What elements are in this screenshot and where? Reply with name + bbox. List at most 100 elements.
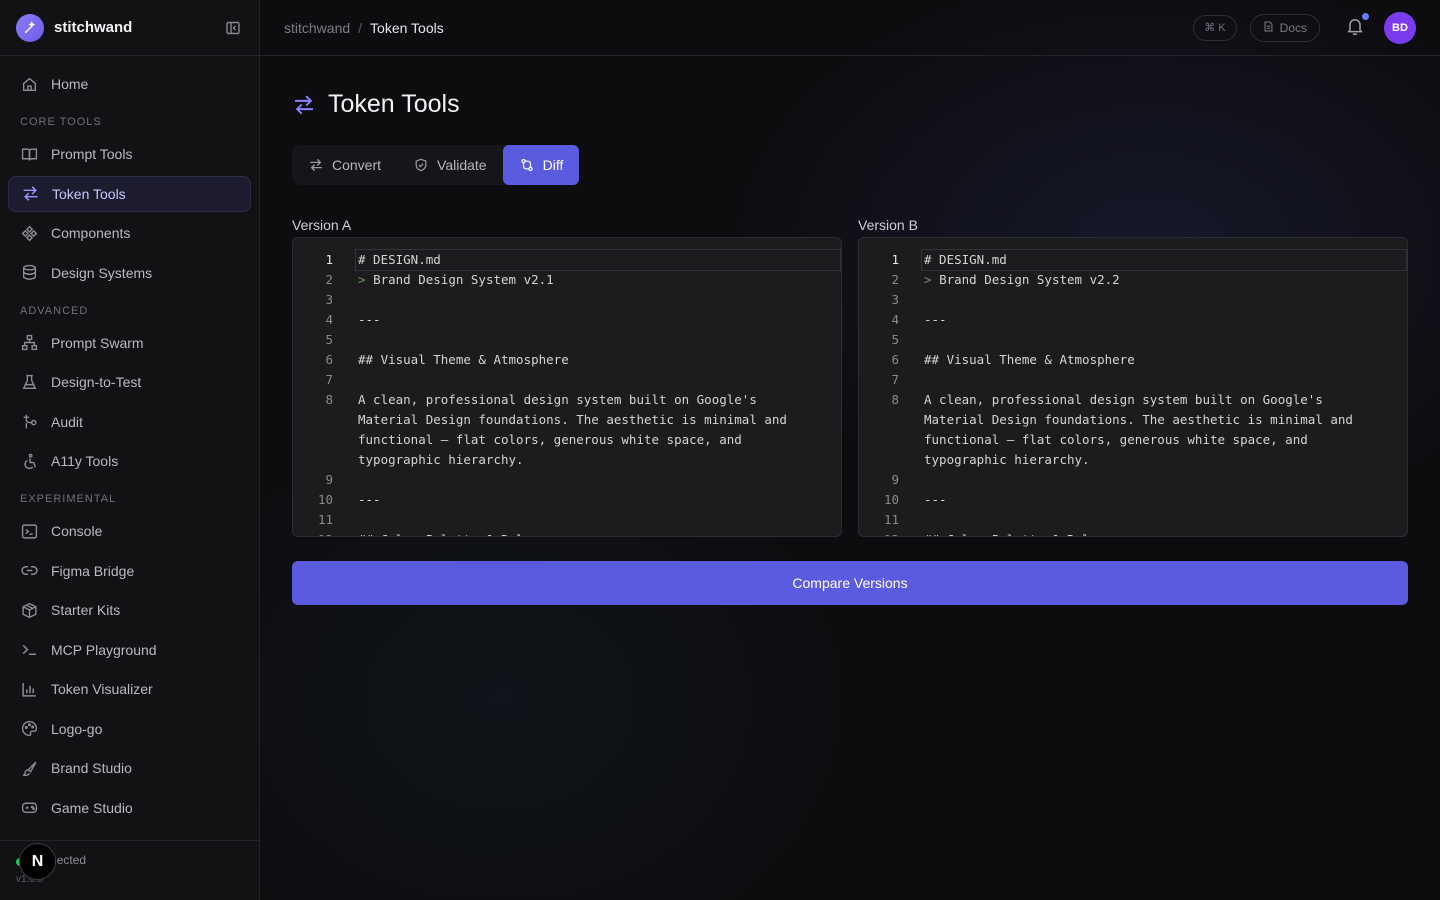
line-text: --- bbox=[358, 492, 381, 507]
sidebar-item-mcp-playground[interactable]: MCP Playground bbox=[8, 632, 251, 668]
sidebar-item-brand-studio[interactable]: Brand Studio bbox=[8, 750, 251, 786]
line-text: > Brand Design System v2.2 bbox=[924, 272, 1120, 287]
sidebar-item-audit[interactable]: Audit bbox=[8, 404, 251, 440]
arrows-swap-icon bbox=[308, 157, 324, 173]
line-number: 11 bbox=[883, 512, 899, 527]
tab-diff[interactable]: Diff bbox=[502, 145, 580, 185]
package-icon bbox=[20, 601, 38, 619]
sidebar-item-token-tools[interactable]: Token Tools bbox=[8, 175, 251, 212]
line-text: A clean, professional design system buil… bbox=[358, 392, 795, 467]
section-label-advanced: ADVANCED bbox=[20, 304, 89, 317]
command-palette-button[interactable]: ⌘ K bbox=[1193, 14, 1237, 41]
sidebar-item-components[interactable]: Components bbox=[8, 215, 251, 251]
brush-icon bbox=[20, 759, 38, 777]
sidebar-item-label: Home bbox=[51, 76, 89, 92]
sidebar-item-a11y-tools[interactable]: A11y Tools bbox=[8, 443, 251, 479]
tab-label: Diff bbox=[542, 157, 564, 173]
version-b-label: Version B bbox=[858, 217, 918, 233]
code-line: 1 # DESIGN.md bbox=[293, 249, 841, 271]
flask-icon bbox=[20, 373, 38, 391]
brand: stitchwand bbox=[0, 0, 259, 56]
line-number: 3 bbox=[891, 292, 899, 307]
topbar: stitchwand / Token Tools ⌘ K Docs BD bbox=[260, 0, 1440, 56]
sidebar-item-figma-bridge[interactable]: Figma Bridge bbox=[8, 553, 251, 589]
sidebar-item-starter-kits[interactable]: Starter Kits bbox=[8, 592, 251, 628]
terminal-box-icon bbox=[20, 522, 38, 540]
version-a-editor[interactable]: 1 # DESIGN.md 2 > Brand Design System v2.1 3… bbox=[292, 237, 842, 537]
line-text bbox=[358, 470, 818, 490]
page-title: Token Tools bbox=[328, 90, 460, 118]
breadcrumb-current: Token Tools bbox=[370, 19, 444, 36]
code-line: 7 bbox=[859, 370, 1407, 390]
page-header: Token Tools bbox=[292, 90, 1408, 119]
line-text bbox=[358, 370, 818, 390]
line-number: 10 bbox=[317, 492, 333, 507]
line-number: 8 bbox=[891, 392, 899, 407]
sidebar-item-label: Console bbox=[51, 523, 103, 539]
sidebar-item-label: A11y Tools bbox=[51, 453, 119, 469]
code-line: 12 ## Color Palette & Roles bbox=[293, 530, 841, 536]
sidebar-item-console[interactable]: Console bbox=[8, 513, 251, 549]
line-text bbox=[358, 330, 818, 350]
breadcrumb-root[interactable]: stitchwand bbox=[284, 20, 350, 36]
sidebar-item-home[interactable]: Home bbox=[8, 66, 251, 102]
line-text: > Brand Design System v2.1 bbox=[358, 272, 554, 287]
line-number: 8 bbox=[325, 392, 333, 407]
code-line: 11 bbox=[859, 510, 1407, 530]
line-number: 12 bbox=[859, 530, 899, 536]
dev-tools-badge[interactable]: N bbox=[19, 843, 56, 880]
sidebar-item-prompt-swarm[interactable]: Prompt Swarm bbox=[8, 325, 251, 361]
compare-versions-button[interactable]: Compare Versions bbox=[292, 561, 1408, 605]
line-number: 9 bbox=[325, 472, 333, 487]
line-number: 2 bbox=[891, 272, 899, 287]
wand-icon bbox=[16, 13, 44, 42]
section-label-core: CORE TOOLS bbox=[20, 116, 102, 128]
notifications-button[interactable] bbox=[1344, 12, 1369, 39]
avatar[interactable]: BD bbox=[1384, 11, 1416, 44]
line-number: 5 bbox=[325, 332, 333, 347]
sidebar-item-logo-go[interactable]: Logo-go bbox=[8, 711, 251, 747]
code-line: 6 ## Visual Theme & Atmosphere bbox=[293, 350, 841, 370]
sidebar-item-game-studio[interactable]: Game Studio bbox=[8, 790, 251, 826]
line-text: --- bbox=[924, 312, 947, 327]
shortcut-label: ⌘ K bbox=[1204, 22, 1226, 34]
sidebar-item-label: Prompt Swarm bbox=[51, 334, 144, 351]
bar-chart-icon bbox=[20, 680, 38, 698]
code-line: 1 # DESIGN.md bbox=[859, 249, 1407, 271]
sidebar-collapse-icon[interactable] bbox=[223, 18, 243, 38]
tool-tabs: Convert Validate Diff bbox=[292, 145, 580, 185]
code-line: 11 bbox=[293, 510, 841, 530]
code-line: 3 bbox=[293, 290, 841, 310]
line-text bbox=[924, 510, 1384, 530]
code-line: 10 --- bbox=[859, 490, 1407, 510]
docs-button[interactable]: Docs bbox=[1249, 13, 1320, 42]
tab-validate[interactable]: Validate bbox=[397, 145, 503, 185]
line-number: 12 bbox=[293, 530, 333, 536]
code-line: 4 --- bbox=[293, 310, 841, 330]
network-icon bbox=[20, 334, 38, 352]
sidebar-item-label: Figma Bridge bbox=[51, 562, 135, 579]
components-icon bbox=[20, 224, 38, 242]
line-text bbox=[924, 370, 1384, 390]
sidebar-nav: Home CORE TOOLS Prompt Tools Token Tools… bbox=[0, 56, 259, 826]
line-number: 1 bbox=[891, 252, 899, 267]
line-text: --- bbox=[358, 312, 381, 327]
sidebar-item-token-visualizer[interactable]: Token Visualizer bbox=[8, 671, 251, 707]
line-number: 6 bbox=[891, 352, 899, 367]
code-line: 8 A clean, professional design system bui… bbox=[859, 390, 1407, 470]
version-a-label: Version A bbox=[292, 217, 352, 233]
arrows-swap-icon bbox=[21, 185, 39, 203]
sidebar-item-design-systems[interactable]: Design Systems bbox=[8, 255, 251, 291]
line-number: 7 bbox=[325, 372, 333, 387]
line-text: ## Visual Theme & Atmosphere bbox=[924, 352, 1135, 367]
line-number: 4 bbox=[891, 312, 899, 327]
line-number: 1 bbox=[325, 252, 333, 267]
sidebar-item-label: Audit bbox=[51, 413, 83, 430]
code-line: 2 > Brand Design System v2.1 bbox=[293, 270, 841, 290]
sidebar-item-label: Design-to-Test bbox=[51, 374, 142, 390]
tab-convert[interactable]: Convert bbox=[292, 145, 397, 185]
version-b-editor[interactable]: 1 # DESIGN.md 2 > Brand Design System v2.2 3… bbox=[858, 237, 1408, 537]
diff-editors: Version A 1 # DESIGN.md 2 > Brand Design Sy… bbox=[292, 217, 1408, 537]
sidebar-item-prompt-tools[interactable]: Prompt Tools bbox=[8, 136, 251, 172]
sidebar-item-design-to-test[interactable]: Design-to-Test bbox=[8, 364, 251, 400]
